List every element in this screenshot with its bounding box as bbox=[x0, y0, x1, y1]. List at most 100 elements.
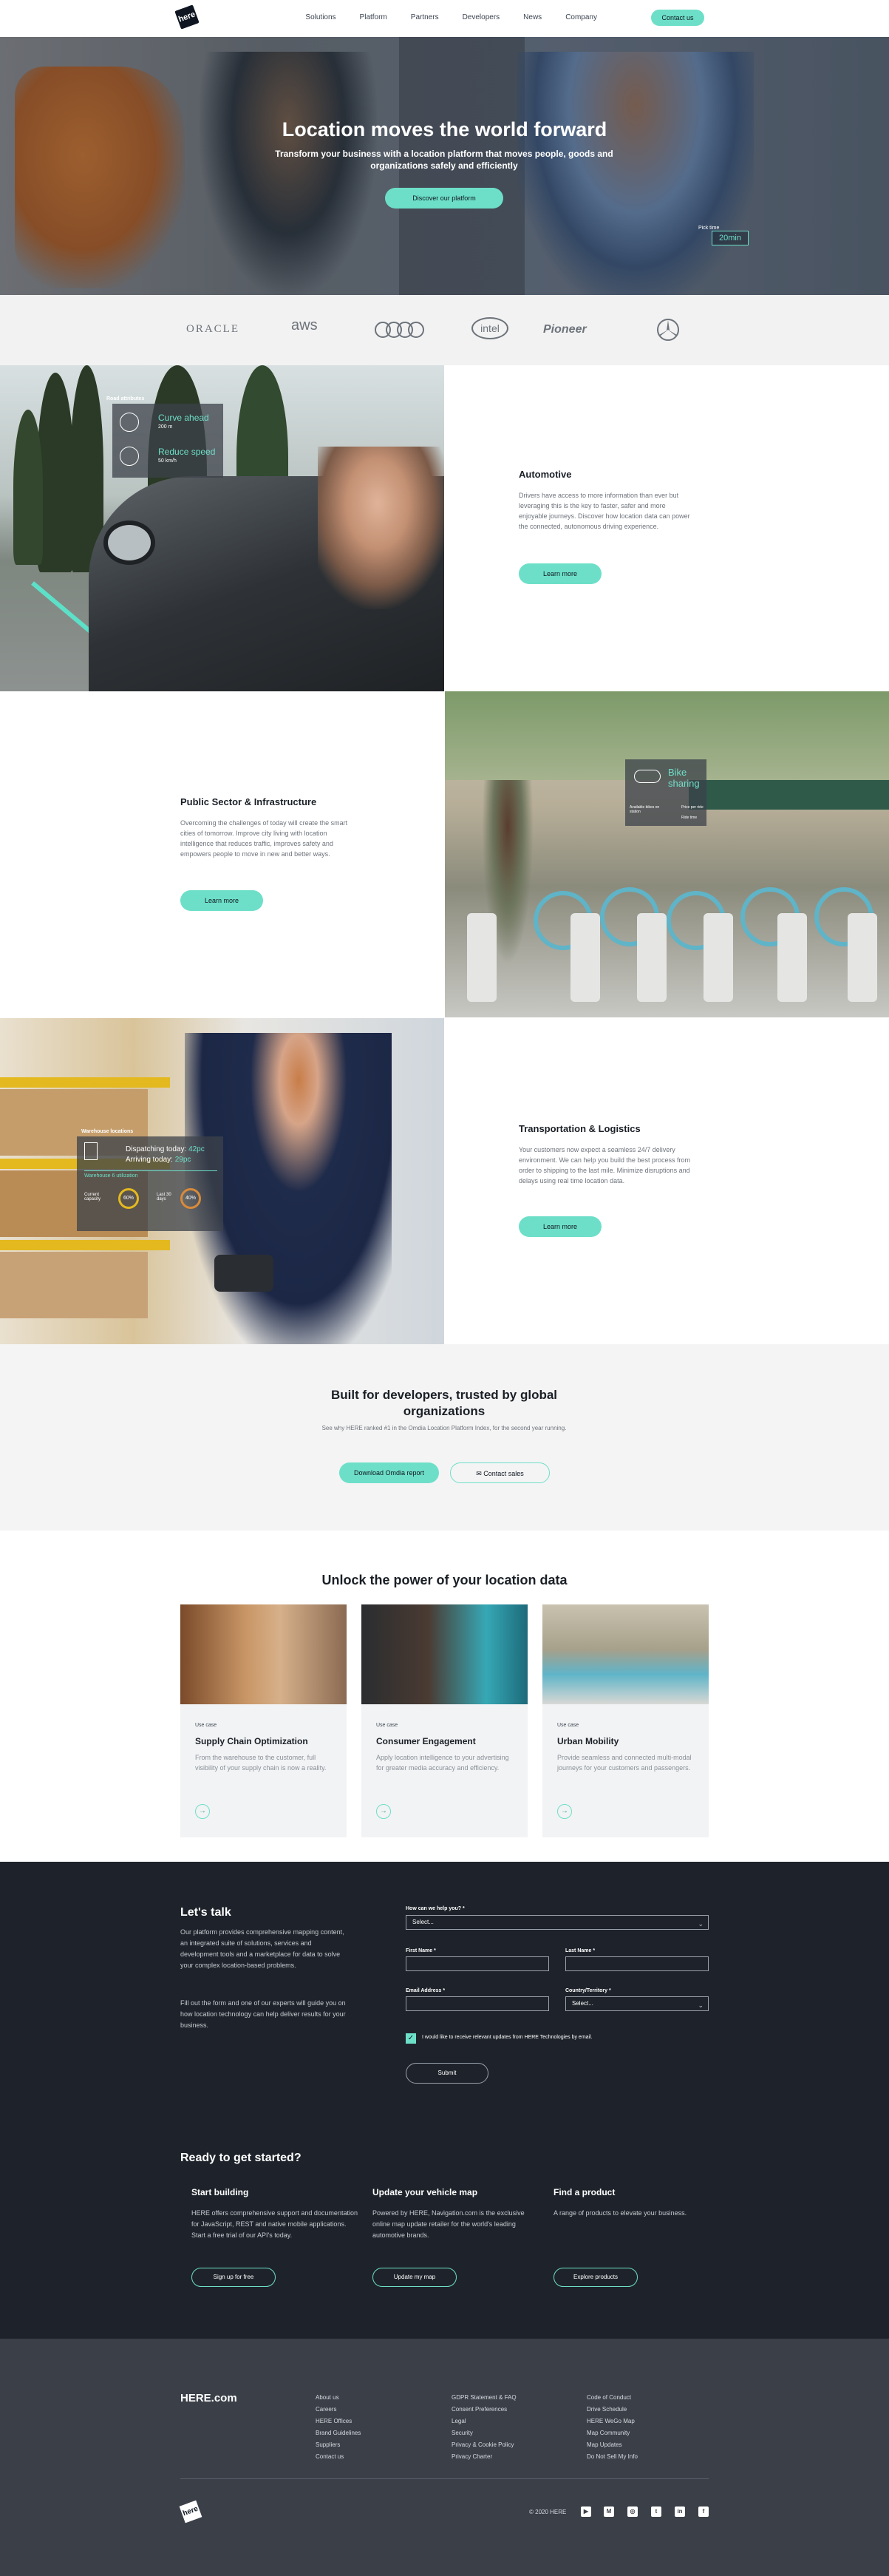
footer-link[interactable]: Map Community bbox=[587, 2427, 638, 2439]
use-case-body: From the warehouse to the customer, full… bbox=[195, 1754, 327, 1772]
sign-up-button[interactable]: Sign up for free bbox=[191, 2268, 276, 2287]
audi-logo bbox=[374, 320, 424, 342]
explore-products-button[interactable]: Explore products bbox=[554, 2268, 638, 2287]
hero-subtitle: Transform your business with a location … bbox=[275, 149, 613, 171]
last-name-field[interactable] bbox=[565, 1956, 709, 1971]
nav-item-platform[interactable]: Platform bbox=[360, 13, 387, 21]
automotive-image: Road attributes Curve ahead 200 m Reduce… bbox=[0, 365, 444, 691]
use-case-title: Supply Chain Optimization bbox=[195, 1736, 308, 1746]
logistics-text: Transportation & Logistics Your customer… bbox=[519, 1123, 692, 1186]
footer-link[interactable]: Privacy Charter bbox=[452, 2451, 517, 2463]
hero-title: Location moves the world forward bbox=[282, 118, 607, 140]
ready-col-title: Start building bbox=[191, 2187, 249, 2197]
footer-link[interactable]: Suppliers bbox=[316, 2439, 361, 2451]
footer-link[interactable]: Legal bbox=[452, 2416, 517, 2427]
footer-link[interactable]: GDPR Statement & FAQ bbox=[452, 2392, 517, 2404]
footer-brand[interactable]: HERE.com bbox=[180, 2392, 237, 2404]
supply-chain-image bbox=[180, 1604, 347, 1704]
aws-logo: aws bbox=[291, 317, 318, 333]
help-select-value: Select... bbox=[412, 1919, 434, 1925]
warehouse-header: Warehouse locations bbox=[81, 1129, 134, 1134]
contact-us-button[interactable]: Contact us bbox=[651, 10, 704, 26]
utilization-header: Warehouse 6 utilization bbox=[84, 1173, 138, 1179]
medium-icon[interactable]: M bbox=[604, 2506, 614, 2517]
road-attributes-panel: Road attributes Curve ahead 200 m Reduce… bbox=[106, 396, 223, 478]
footer-link[interactable]: Security bbox=[452, 2427, 517, 2439]
page: here Solutions Platform Partners Develop… bbox=[0, 0, 889, 2576]
instagram-icon[interactable]: ◎ bbox=[627, 2506, 638, 2517]
linkedin-icon[interactable]: in bbox=[675, 2506, 685, 2517]
first-name-field[interactable] bbox=[406, 1956, 549, 1971]
ready-col-title: Find a product bbox=[554, 2187, 616, 2197]
nav-item-developers[interactable]: Developers bbox=[463, 13, 500, 21]
logistics-body: Your customers now expect a seamless 24/… bbox=[519, 1146, 690, 1184]
footer-link[interactable]: Privacy & Cookie Policy bbox=[452, 2439, 517, 2451]
bike-sharing-title: Bike sharing bbox=[668, 767, 700, 789]
use-case-body: Apply location intelligence to your adve… bbox=[376, 1754, 509, 1772]
help-select[interactable]: Select... ⌄ bbox=[406, 1915, 709, 1930]
update-map-button[interactable]: Update my map bbox=[372, 2268, 457, 2287]
audi-rings-icon bbox=[375, 322, 424, 338]
use-case-card-supply-chain[interactable]: Use case Supply Chain Optimization From … bbox=[180, 1604, 347, 1837]
automotive-learn-more[interactable]: Learn more bbox=[519, 563, 602, 584]
consumer-engagement-image bbox=[361, 1604, 528, 1704]
logistics-title: Transportation & Logistics bbox=[519, 1123, 641, 1134]
footer-link[interactable]: Contact us bbox=[316, 2451, 361, 2463]
footer-link[interactable]: About us bbox=[316, 2392, 361, 2404]
arriving-value: 29pc bbox=[174, 1156, 191, 1164]
contact-sales-button[interactable]: ✉ Contact sales bbox=[450, 1462, 550, 1483]
here-logo[interactable]: here bbox=[174, 4, 200, 30]
email-label: Email Address * bbox=[406, 1988, 446, 1993]
bike-icon bbox=[634, 770, 661, 783]
use-case-title: Urban Mobility bbox=[557, 1736, 619, 1746]
warehouse-icon bbox=[84, 1142, 98, 1160]
arrow-right-icon[interactable]: → bbox=[376, 1804, 391, 1819]
twitter-icon[interactable]: t bbox=[651, 2506, 661, 2517]
discover-platform-button[interactable]: Discover our platform bbox=[385, 188, 503, 209]
first-name-label: First Name * bbox=[406, 1948, 436, 1953]
footer-link[interactable]: Code of Conduct bbox=[587, 2392, 638, 2404]
download-report-button[interactable]: Download Omdia report bbox=[339, 1462, 439, 1483]
scanner-device bbox=[214, 1255, 273, 1292]
automotive-title: Automotive bbox=[519, 469, 572, 480]
lets-talk-title: Let's talk bbox=[180, 1906, 231, 1919]
footer-link[interactable]: Drive Schedule bbox=[587, 2404, 638, 2416]
nav-item-partners[interactable]: Partners bbox=[411, 13, 439, 21]
country-select-value: Select... bbox=[572, 2000, 593, 2007]
curve-value: 200 m bbox=[158, 424, 173, 430]
consent-checkbox[interactable]: ✓ bbox=[406, 2033, 416, 2044]
footer-link[interactable]: Map Updates bbox=[587, 2439, 638, 2451]
nav-item-company[interactable]: Company bbox=[565, 13, 597, 21]
submit-button[interactable]: Submit bbox=[406, 2063, 488, 2084]
footer-link[interactable]: HERE WeGo Map bbox=[587, 2416, 638, 2427]
partner-logos: ORACLE aws intel Pioneer bbox=[0, 295, 889, 365]
facebook-icon[interactable]: f bbox=[698, 2506, 709, 2517]
arrow-right-icon[interactable]: → bbox=[195, 1804, 210, 1819]
use-case-card-urban[interactable]: Use case Urban Mobility Provide seamless… bbox=[542, 1604, 709, 1837]
bike-sharing-panel: Bike sharing Available bikes on station … bbox=[625, 759, 706, 826]
logistics-learn-more[interactable]: Learn more bbox=[519, 1216, 602, 1237]
arrow-right-icon[interactable]: → bbox=[557, 1804, 572, 1819]
footer-link[interactable]: Careers bbox=[316, 2404, 361, 2416]
footer-link[interactable]: Consent Preferences bbox=[452, 2404, 517, 2416]
arriving-label: Arriving today: bbox=[126, 1156, 175, 1164]
ready-col-body: Powered by HERE, Navigation.com is the e… bbox=[372, 2209, 525, 2239]
public-sector-learn-more[interactable]: Learn more bbox=[180, 890, 263, 911]
help-label: How can we help you? * bbox=[406, 1906, 465, 1911]
nav-item-news[interactable]: News bbox=[523, 13, 542, 21]
email-field[interactable] bbox=[406, 1996, 549, 2011]
ready-title: Ready to get started? bbox=[180, 2152, 302, 2164]
footer-link[interactable]: Brand Guidelines bbox=[316, 2427, 361, 2439]
footer-logo[interactable]: here bbox=[179, 2500, 202, 2524]
country-select[interactable]: Select... ⌄ bbox=[565, 1996, 709, 2011]
consent-label: I would like to receive relevant updates… bbox=[422, 2035, 593, 2040]
footer-link[interactable]: HERE Offices bbox=[316, 2416, 361, 2427]
last-name-label: Last Name * bbox=[565, 1948, 596, 1953]
last-30-gauge: 40% bbox=[180, 1188, 201, 1209]
nav-item-solutions[interactable]: Solutions bbox=[305, 13, 335, 21]
copyright: © 2020 HERE bbox=[529, 2509, 567, 2515]
footer-link[interactable]: Do Not Sell My Info bbox=[587, 2451, 638, 2463]
youtube-icon[interactable]: ▶ bbox=[581, 2506, 591, 2517]
use-case-card-consumer[interactable]: Use case Consumer Engagement Apply locat… bbox=[361, 1604, 528, 1837]
speed-title: Reduce speed bbox=[158, 447, 216, 457]
